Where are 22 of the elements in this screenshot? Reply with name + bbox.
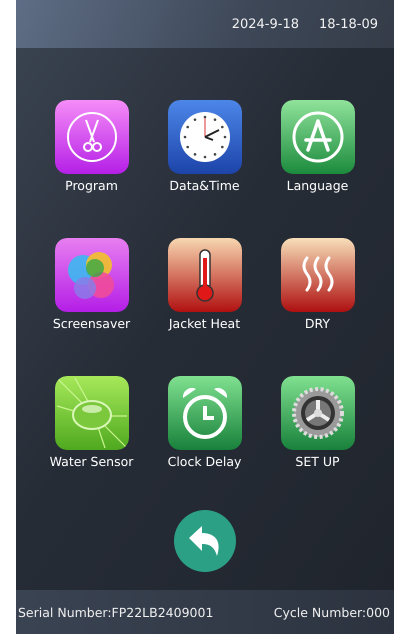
app-store-icon (280, 100, 354, 174)
menu-tile[interactable]: Program (54, 100, 128, 194)
leaf-water-drop-icon (54, 376, 128, 450)
time-text: 18-18-09 (318, 16, 378, 32)
heat-waves-icon (280, 238, 354, 312)
menu-tile[interactable]: SET UP (280, 376, 354, 470)
menu-tile[interactable]: Data&Time (168, 100, 242, 194)
gear-icon (280, 376, 354, 450)
menu-tile[interactable]: Jacket Heat (168, 238, 242, 332)
bubbles-icon (54, 238, 128, 312)
menu-tile[interactable]: DRY (280, 238, 354, 332)
menu-tile[interactable]: Water Sensor (50, 376, 134, 470)
cycle-number: Cycle Number:000 (274, 604, 390, 620)
alarm-clock-icon (168, 376, 242, 450)
serial-number: Serial Number:FP22LB2409001 (18, 604, 214, 620)
scissors-icon (54, 100, 128, 174)
date-text: 2024-9-18 (232, 16, 299, 32)
menu-tile[interactable]: Screensaver (52, 238, 130, 332)
thermometer-icon (168, 238, 242, 312)
clock-icon (168, 100, 242, 174)
menu-tile[interactable]: Clock Delay (168, 376, 242, 470)
menu-tile[interactable]: Language (280, 100, 354, 194)
